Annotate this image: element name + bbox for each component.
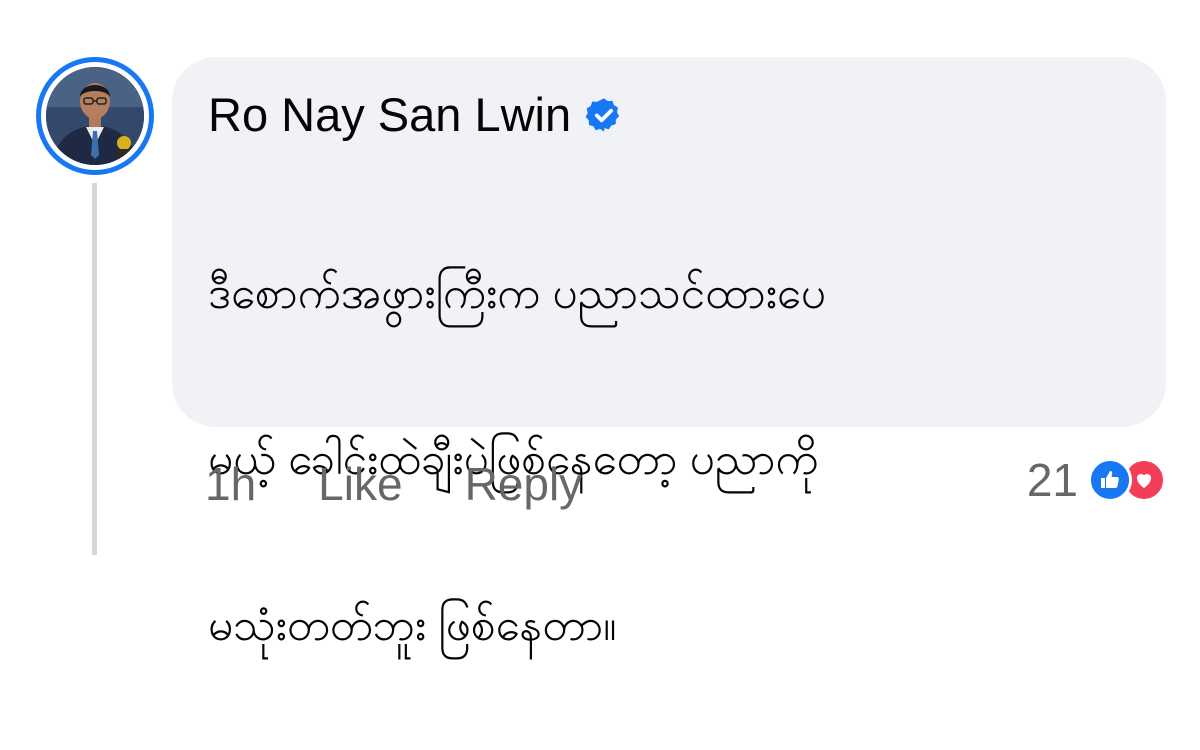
like-button[interactable]: Like <box>318 452 402 516</box>
author-name[interactable]: Ro Nay San Lwin <box>208 85 571 145</box>
author-row: Ro Nay San Lwin <box>208 85 623 145</box>
avatar-image <box>46 67 144 165</box>
thread-line <box>92 183 97 555</box>
reactions-summary[interactable]: 21 <box>1027 448 1166 512</box>
like-icon <box>1088 458 1132 502</box>
comment-line: ဒီစောက်အဖွားကြီးက ပညာသင်ထားပေ <box>208 269 826 318</box>
reaction-count: 21 <box>1026 454 1078 506</box>
reply-button[interactable]: Reply <box>465 452 583 516</box>
comment-actions: 1h Like Reply <box>205 452 582 516</box>
comment-timestamp[interactable]: 1h <box>205 452 256 516</box>
verified-badge-icon <box>585 96 623 134</box>
comment-line: မသုံးတတ်ဘူး ဖြစ်နေတာ။ <box>208 601 617 650</box>
comment-bubble: Ro Nay San Lwin ဒီစောက်အဖွားကြီးက ပညာသင်… <box>172 57 1166 650</box>
avatar[interactable] <box>36 57 154 175</box>
